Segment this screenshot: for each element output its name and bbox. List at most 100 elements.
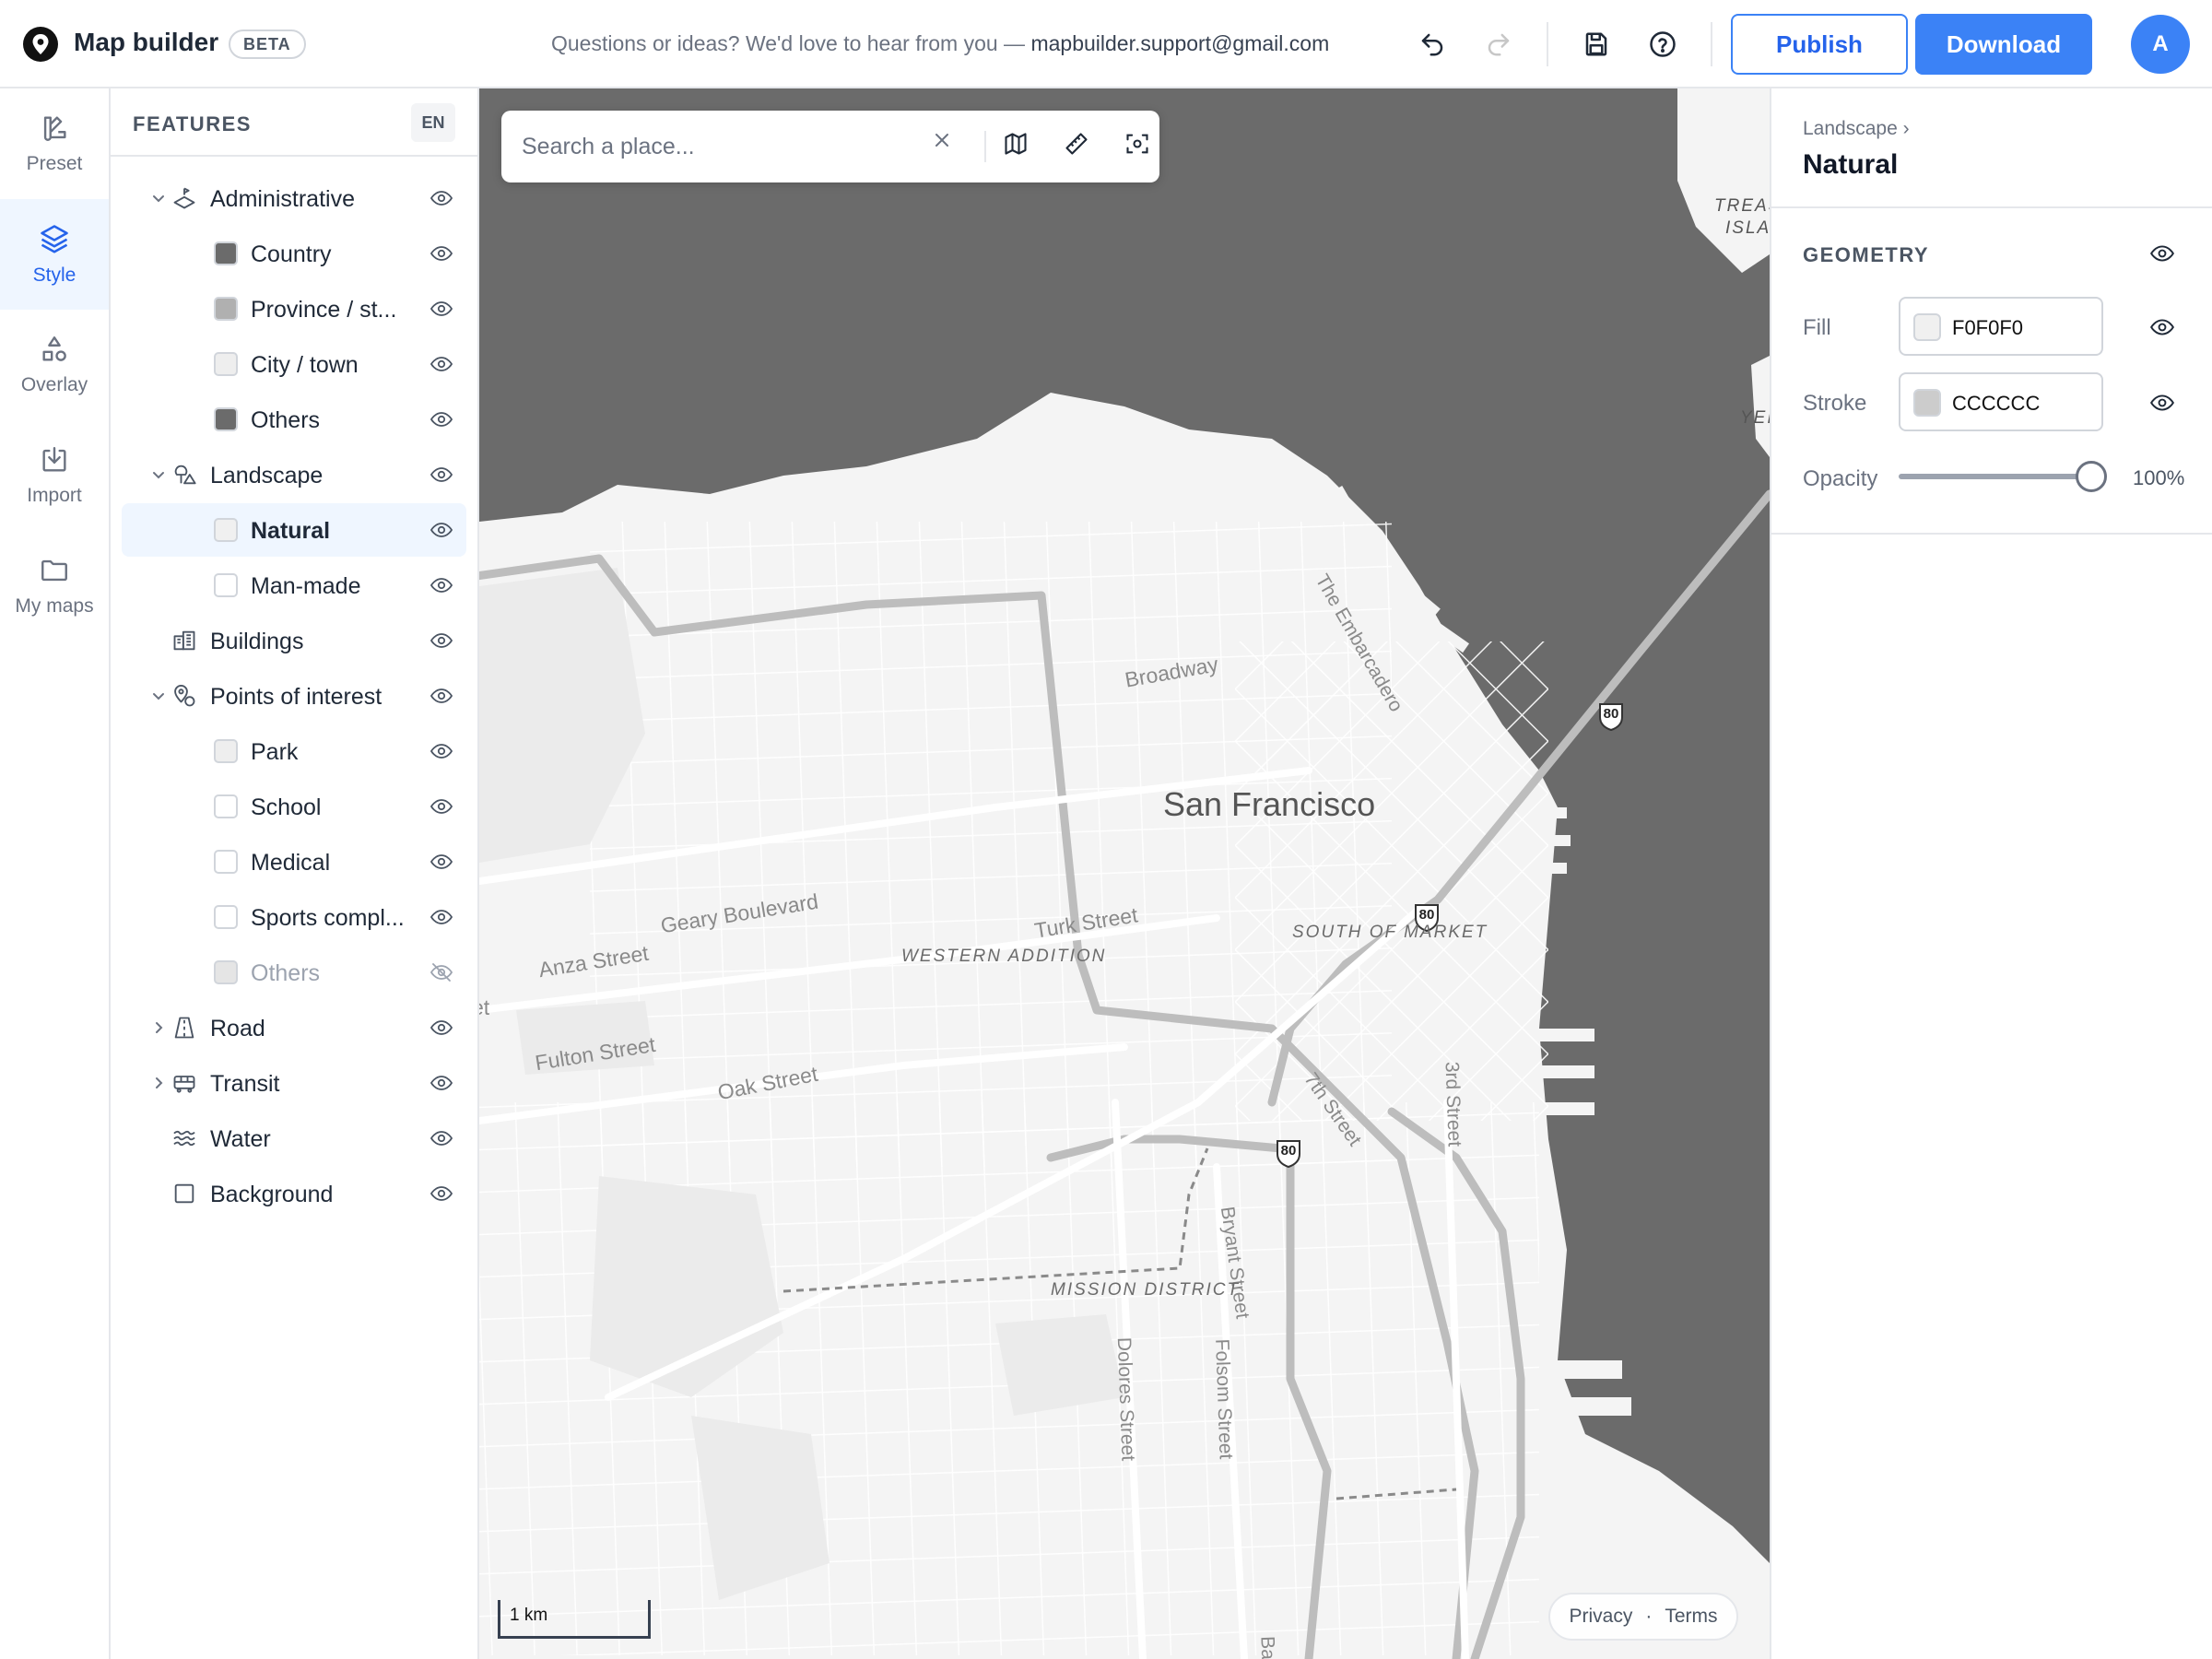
stroke-value[interactable]: CCCCCC [1952,392,2040,416]
tree-item-administrative-others[interactable]: Others [122,393,466,446]
tree-item-administrative[interactable]: Administrative [122,171,466,225]
tree-item-city-town[interactable]: City / town [122,337,466,391]
stroke-swatch[interactable] [1913,389,1941,417]
eye-icon[interactable] [429,1182,453,1205]
eye-icon[interactable] [429,740,453,762]
eye-icon[interactable] [429,187,453,209]
feedback-text: Questions or ideas? We'd love to hear fr… [551,31,1329,56]
eye-icon[interactable] [429,1072,453,1094]
help-button[interactable] [1642,24,1683,65]
terms-link[interactable]: Terms [1665,1606,1717,1628]
panel-divider [1771,206,2212,208]
rail-item-overlay[interactable]: Overlay [0,310,109,420]
eye-icon[interactable] [429,1127,453,1149]
opacity-value: 100% [2133,466,2185,489]
tree-item-background[interactable]: Background [122,1167,466,1220]
folder-icon [41,559,67,582]
fill-swatch[interactable] [1913,313,1941,341]
opacity-slider-thumb[interactable] [2076,461,2107,492]
eye-icon[interactable] [429,464,453,486]
search-input[interactable] [522,127,909,166]
tree-item-medical[interactable]: Medical [122,835,466,888]
locate-button[interactable] [1124,131,1156,162]
tree-item-road[interactable]: Road [122,1001,466,1054]
language-toggle[interactable]: EN [411,103,455,142]
publish-button[interactable]: Publish [1731,14,1908,75]
tree-item-country[interactable]: Country [122,227,466,280]
undo-button[interactable] [1412,24,1453,65]
tree-item-natural[interactable]: Natural [122,503,466,557]
tree-item-water[interactable]: Water [122,1112,466,1165]
fill-color-field[interactable]: F0F0F0 [1899,297,2103,356]
tree-item-poi-others[interactable]: Others [122,946,466,999]
download-button[interactable]: Download [1915,14,2092,75]
redo-icon [1488,33,1510,56]
rail-label: Overlay [20,374,88,395]
eye-icon[interactable] [429,242,453,265]
color-swatch [214,297,238,321]
color-swatch [214,739,238,763]
toolbar-divider [1547,22,1548,66]
eye-icon[interactable] [429,574,453,596]
user-avatar[interactable]: A [2131,15,2190,74]
eye-icon[interactable] [429,408,453,430]
opacity-slider-track[interactable] [1899,474,2087,479]
chevron-down-icon[interactable] [149,189,168,207]
tree-item-transit[interactable]: Transit [122,1056,466,1110]
chevron-down-icon[interactable] [149,687,168,705]
tree-item-buildings[interactable]: Buildings [122,614,466,667]
rail-label: Style [32,265,76,286]
street-label-dolores: Dolores Street [1112,1336,1139,1462]
eye-icon[interactable] [429,906,453,928]
eye-icon[interactable] [429,851,453,873]
map-canvas[interactable]: 80 80 80 San Francisco Broadway Geary Bo… [479,88,1770,1659]
tree-item-school[interactable]: School [122,780,466,833]
eye-icon[interactable] [2149,315,2175,339]
map-view-button[interactable] [1003,131,1034,162]
eye-icon[interactable] [429,353,453,375]
eye-icon[interactable] [429,1017,453,1039]
tree-item-park[interactable]: Park [122,724,466,778]
tree-item-label: Country [251,241,332,267]
rail-item-preset[interactable]: Preset [0,88,109,199]
rail-item-style[interactable]: Style [0,199,109,310]
measure-button[interactable] [1064,131,1095,162]
feedback-message: Questions or ideas? We'd love to hear fr… [551,31,1031,55]
tree-item-province[interactable]: Province / st... [122,282,466,335]
chevron-right-icon[interactable] [149,1074,168,1092]
save-button[interactable] [1576,24,1617,65]
clear-search-button[interactable] [933,131,964,162]
color-swatch [214,518,238,542]
tree-item-points-of-interest[interactable]: Points of interest [122,669,466,723]
eye-icon[interactable] [2149,391,2175,415]
rail-item-import[interactable]: Import [0,420,109,531]
administrative-icon [173,187,195,209]
tree-item-man-made[interactable]: Man-made [122,559,466,612]
tree-item-label: Landscape [210,463,324,488]
tree-item-landscape[interactable]: Landscape [122,448,466,501]
rail-item-my-maps[interactable]: My maps [0,531,109,641]
breadcrumb[interactable]: Landscape › [1803,118,1910,140]
tree-item-sports-complex[interactable]: Sports compl... [122,890,466,944]
eye-icon[interactable] [429,298,453,320]
water-icon [173,1130,195,1147]
eye-icon[interactable] [429,685,453,707]
rail-label: Import [27,485,82,506]
eye-icon[interactable] [429,519,453,541]
eye-icon[interactable] [2149,241,2175,265]
redo-button[interactable] [1478,24,1519,65]
privacy-link[interactable]: Privacy [1569,1606,1632,1628]
map-icon [1005,133,1027,155]
support-email-link[interactable]: mapbuilder.support@gmail.com [1030,31,1329,55]
map-pin-logo-icon [23,27,58,62]
stroke-color-field[interactable]: CCCCCC [1899,372,2103,431]
eye-off-icon[interactable] [429,961,453,983]
fill-value[interactable]: F0F0F0 [1952,316,2023,340]
eye-icon[interactable] [429,795,453,818]
color-swatch [214,352,238,376]
eye-icon[interactable] [429,629,453,652]
features-title: FEATURES [133,112,252,135]
chevron-right-icon[interactable] [149,1018,168,1037]
chevron-down-icon[interactable] [149,465,168,484]
shield-80-label: 80 [1280,1143,1297,1159]
